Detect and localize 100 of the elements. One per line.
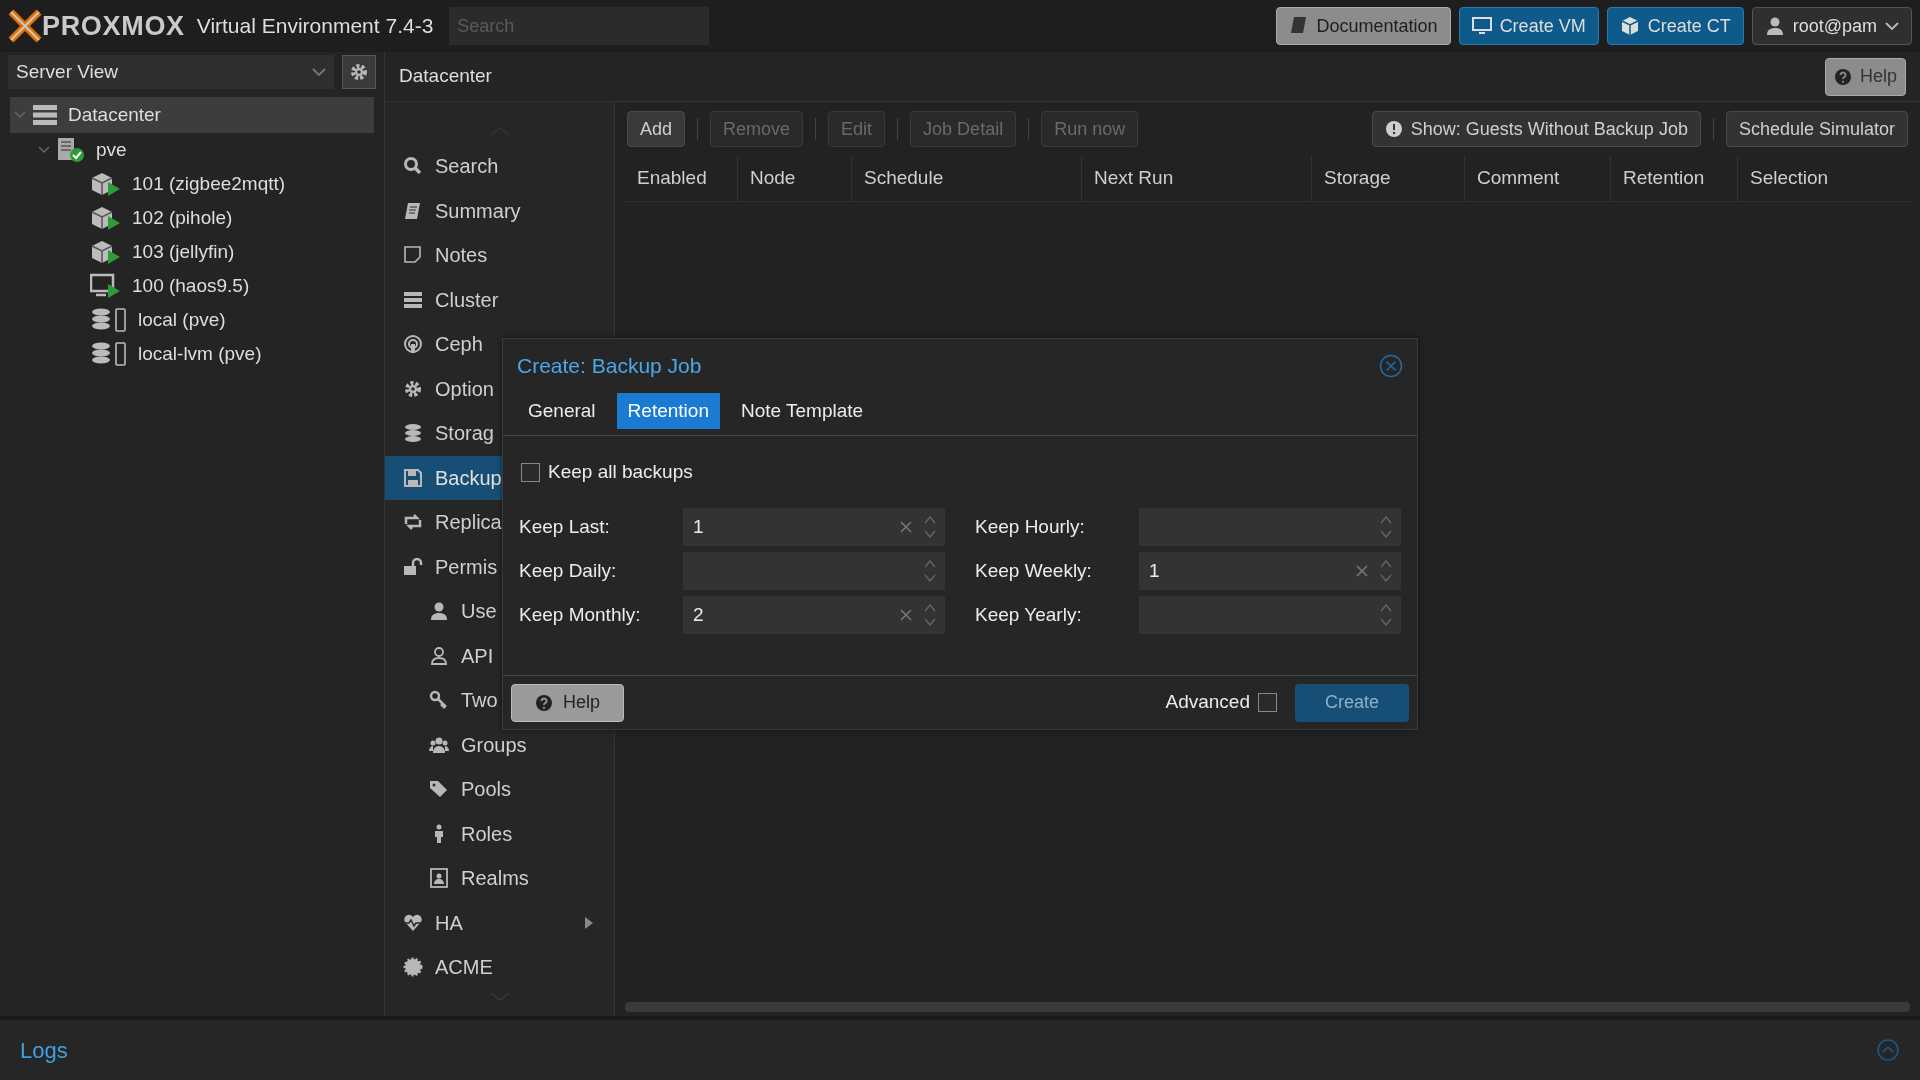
settings-button[interactable] xyxy=(342,55,376,89)
menu-item[interactable]: ACME xyxy=(385,945,614,990)
storage-icon xyxy=(90,307,128,333)
logo-x-icon xyxy=(8,9,42,43)
book-icon xyxy=(1288,16,1309,36)
menu-item[interactable]: Notes xyxy=(385,233,614,278)
field-label: Keep Yearly: xyxy=(975,602,1083,627)
clear-icon xyxy=(1355,564,1369,578)
help-icon xyxy=(1833,67,1852,86)
menu-item[interactable]: API xyxy=(385,633,614,678)
note-icon xyxy=(403,245,423,266)
running-container-icon xyxy=(90,205,122,231)
field-label: Keep Hourly: xyxy=(975,514,1086,539)
toolbar-button[interactable]: Show: Guests Without Backup Job xyxy=(1371,111,1701,147)
menu-item[interactable]: Realms xyxy=(385,856,614,901)
field-label: Keep Weekly: xyxy=(975,558,1093,583)
book-icon xyxy=(403,200,423,221)
checkbox[interactable] xyxy=(521,462,540,482)
create-button[interactable]: Create CT xyxy=(1606,7,1744,45)
help-button[interactable]: Help xyxy=(511,683,624,722)
collapse-icon xyxy=(1876,1038,1900,1062)
gear-icon xyxy=(403,378,423,399)
checkbox[interactable] xyxy=(1258,693,1277,712)
caret-icon xyxy=(312,67,326,77)
certificate-icon xyxy=(403,957,423,978)
menu-item[interactable]: Cluster xyxy=(385,277,614,322)
tree-item[interactable]: 103 (jellyfin) xyxy=(10,235,374,269)
column-header[interactable]: Selection xyxy=(1738,156,1898,201)
field-label: Keep Daily: xyxy=(519,558,618,583)
menu-item[interactable]: Search xyxy=(385,144,614,189)
tab[interactable]: Retention xyxy=(616,393,720,429)
tree-item[interactable]: 102 (pihole) xyxy=(10,201,374,235)
floppy-icon xyxy=(403,467,423,488)
tree-item[interactable]: 100 (haos9.5) xyxy=(10,269,374,303)
running-container-icon xyxy=(90,171,122,197)
user-menu-button[interactable]: root@pam xyxy=(1751,7,1912,45)
number-field[interactable]: 1 xyxy=(1139,552,1401,590)
tree-item[interactable]: Datacenter xyxy=(10,97,374,133)
help-button[interactable]: Help xyxy=(1824,57,1906,96)
spinner-icon xyxy=(923,602,937,628)
spinner-icon xyxy=(923,558,937,584)
database-icon xyxy=(403,423,423,444)
menu-item[interactable]: Pools xyxy=(385,767,614,812)
clear-icon xyxy=(899,520,913,534)
view-selector[interactable]: Server View xyxy=(8,55,334,89)
search-icon xyxy=(403,156,423,177)
create-button[interactable]: Create xyxy=(1295,683,1409,722)
server-icon xyxy=(32,104,58,126)
ceph-icon xyxy=(403,334,423,355)
server-online-icon xyxy=(56,136,86,164)
user-icon xyxy=(429,601,449,622)
logs-title[interactable]: Logs xyxy=(20,1033,68,1067)
server-icon xyxy=(403,289,423,310)
menu-item[interactable]: HA xyxy=(385,900,614,945)
dialog-title: Create: Backup Job xyxy=(517,353,702,380)
menu-item[interactable]: Groups xyxy=(385,722,614,767)
tree-item[interactable]: local-lvm (pve) xyxy=(10,337,374,371)
user-outline-icon xyxy=(429,645,449,666)
column-header[interactable]: Retention xyxy=(1611,156,1738,201)
monitor-icon xyxy=(1471,16,1492,36)
number-field[interactable]: 1 xyxy=(683,508,945,546)
clear-icon xyxy=(899,608,913,622)
menu-item[interactable]: Roles xyxy=(385,811,614,856)
tree-item[interactable]: pve xyxy=(10,133,374,167)
caret-icon xyxy=(1885,21,1899,31)
column-header[interactable]: Schedule xyxy=(852,156,1082,201)
column-header[interactable]: Node xyxy=(738,156,852,201)
toolbar-button[interactable]: Add xyxy=(627,111,686,147)
column-header[interactable]: Storage xyxy=(1312,156,1465,201)
number-field[interactable]: 2 xyxy=(683,596,945,634)
checkbox-label: Advanced xyxy=(1165,690,1250,715)
running-vm-icon xyxy=(90,273,122,299)
column-header[interactable]: Enabled xyxy=(625,156,738,201)
tab[interactable]: Note Template xyxy=(729,393,875,429)
number-field[interactable] xyxy=(1139,508,1401,546)
heartbeat-icon xyxy=(403,912,423,933)
tree-item[interactable]: 101 (zigbee2mqtt) xyxy=(10,167,374,201)
number-field[interactable] xyxy=(683,552,945,590)
number-field[interactable] xyxy=(1139,596,1401,634)
horizontal-scrollbar[interactable] xyxy=(625,1002,1910,1012)
spinner-icon xyxy=(923,514,937,540)
tree-item[interactable]: local (pve) xyxy=(10,303,374,337)
tab[interactable]: General xyxy=(517,393,607,429)
user-icon xyxy=(1764,16,1785,36)
id-card-icon xyxy=(429,868,449,889)
key-icon xyxy=(429,690,449,711)
help-icon xyxy=(535,693,553,712)
toolbar-button[interactable]: Schedule Simulator xyxy=(1725,111,1908,147)
documentation-button[interactable]: Documentation xyxy=(1275,7,1451,45)
column-header[interactable]: Comment xyxy=(1465,156,1611,201)
settings-icon xyxy=(349,62,369,82)
column-header[interactable]: Next Run xyxy=(1082,156,1312,201)
tag-icon xyxy=(429,779,449,800)
field-label: Keep Monthly: xyxy=(519,602,642,627)
field-label: Keep Last: xyxy=(519,514,611,539)
spinner-icon xyxy=(1379,514,1393,540)
cube-icon xyxy=(1619,16,1640,36)
create-button[interactable]: Create VM xyxy=(1458,7,1599,45)
spinner-icon xyxy=(1379,558,1393,584)
menu-item[interactable]: Summary xyxy=(385,188,614,233)
